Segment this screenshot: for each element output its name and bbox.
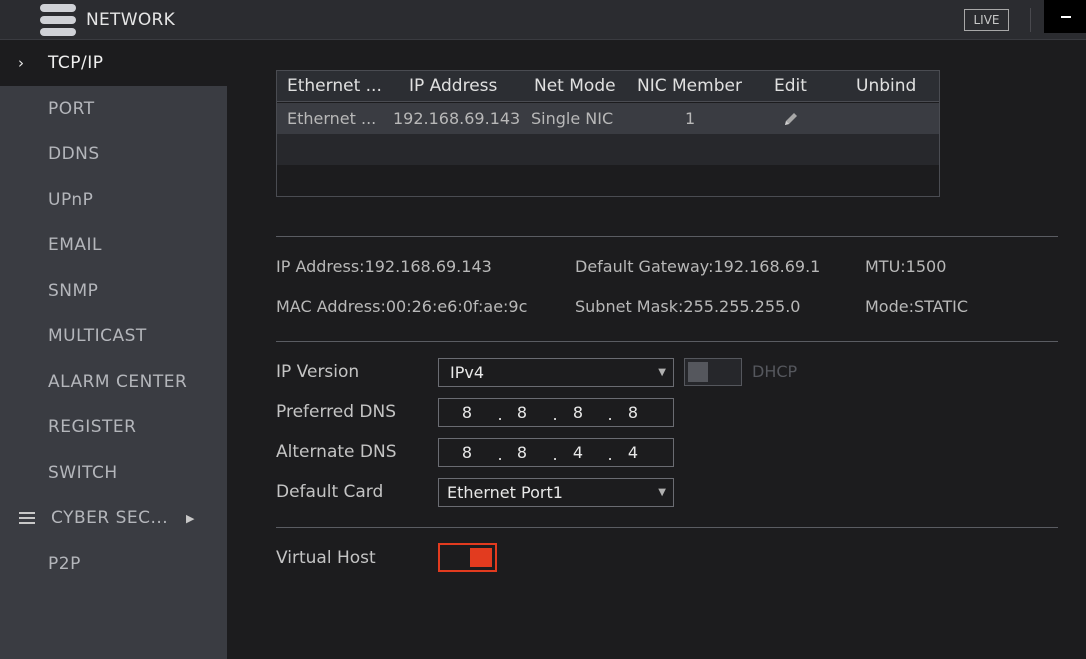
dhcp-label: DHCP (752, 362, 798, 381)
cell-ip-address: 192.168.69.143 (393, 109, 521, 128)
sidebar-item-label: ALARM CENTER (48, 372, 188, 392)
dns-octet[interactable]: 8 (457, 439, 477, 466)
column-header-edit: Edit (774, 76, 807, 96)
ip-version-label: IP Version (276, 362, 360, 382)
toggle-knob (470, 548, 492, 567)
divider (276, 341, 1058, 342)
toggle-knob (688, 362, 708, 382)
sidebar-item-multicast[interactable]: MULTICAST (0, 314, 227, 359)
dns-octet[interactable]: 8 (512, 399, 532, 426)
dns-octet[interactable]: 8 (568, 399, 588, 426)
dns-octet[interactable]: 8 (623, 399, 643, 426)
sidebar-item-port[interactable]: PORT (0, 87, 227, 132)
live-button[interactable]: LIVE (964, 9, 1009, 31)
sidebar-item-snmp[interactable]: SNMP (0, 269, 227, 314)
sidebar-item-p2p[interactable]: P2P (0, 542, 227, 587)
minimize-icon (1061, 16, 1071, 18)
dot-separator: . (497, 405, 503, 424)
dropdown-arrow-icon: ▼ (658, 367, 666, 378)
dns-octet[interactable]: 4 (568, 439, 588, 466)
sidebar-item-label: P2P (48, 554, 81, 574)
sidebar-item-cyber-security[interactable]: CYBER SEC... ▶ (0, 496, 227, 541)
preferred-dns-label: Preferred DNS (276, 402, 397, 422)
cell-net-mode: Single NIC (531, 109, 614, 128)
column-header-ip-address[interactable]: IP Address (409, 71, 497, 102)
default-card-select[interactable]: Ethernet Port1 ▼ (438, 478, 674, 507)
sidebar-item-label: SWITCH (48, 463, 118, 483)
sidebar-item-email[interactable]: EMAIL (0, 223, 227, 268)
sidebar-item-tcpip[interactable]: › TCP/IP (0, 41, 227, 86)
dot-separator: . (607, 405, 613, 424)
chevron-right-icon: › (18, 54, 25, 72)
column-header-ethernet[interactable]: Ethernet ... (287, 71, 382, 102)
default-card-value: Ethernet Port1 (447, 483, 563, 502)
sidebar-item-switch[interactable]: SWITCH (0, 451, 227, 496)
divider (276, 527, 1058, 528)
sidebar-item-label: DDNS (48, 144, 100, 164)
alternate-dns-label: Alternate DNS (276, 442, 397, 462)
virtual-host-toggle[interactable] (438, 543, 497, 572)
dot-separator: . (552, 445, 558, 464)
cell-ethernet: Ethernet ... (287, 109, 377, 128)
sidebar-item-register[interactable]: REGISTER (0, 405, 227, 450)
virtual-host-label: Virtual Host (276, 548, 376, 568)
cell-nic-member: 1 (685, 109, 696, 128)
dhcp-toggle[interactable] (684, 358, 742, 386)
column-header-net-mode[interactable]: Net Mode (534, 71, 616, 102)
table-row[interactable]: Ethernet ... 192.168.69.143 Single NIC 1 (277, 103, 939, 134)
dns-octet[interactable]: 8 (457, 399, 477, 426)
preferred-dns-field[interactable]: 8 . 8 . 8 . 8 (438, 398, 674, 427)
column-header-nic-member[interactable]: NIC Member (637, 71, 742, 102)
minimize-button[interactable] (1044, 0, 1086, 33)
ip-version-select[interactable]: IPv4 ▼ (438, 358, 674, 387)
default-card-label: Default Card (276, 482, 384, 502)
info-mode: Mode:STATIC (865, 297, 969, 316)
info-ip-address: IP Address:192.168.69.143 (276, 257, 492, 276)
table-header: Ethernet ... IP Address Net Mode NIC Mem… (277, 71, 939, 102)
ip-version-value: IPv4 (450, 363, 485, 382)
table-row-empty (277, 134, 939, 165)
list-icon (19, 512, 35, 525)
dns-octet[interactable]: 8 (512, 439, 532, 466)
sidebar: › TCP/IP PORT DDNS UPnP EMAIL SNMP MULTI… (0, 41, 227, 659)
caret-right-icon: ▶ (186, 512, 195, 525)
sidebar-item-label: CYBER SEC... (51, 508, 169, 528)
info-subnet-mask: Subnet Mask:255.255.255.0 (575, 297, 801, 316)
sidebar-item-label: EMAIL (48, 235, 103, 255)
sidebar-item-label: UPnP (48, 190, 94, 210)
network-icon (40, 4, 76, 36)
sidebar-item-label: MULTICAST (48, 326, 147, 346)
table-row-empty (277, 165, 939, 196)
info-mac-address: MAC Address:00:26:e6:0f:ae:9c (276, 297, 528, 316)
alternate-dns-field[interactable]: 8 . 8 . 4 . 4 (438, 438, 674, 467)
info-mtu: MTU:1500 (865, 257, 947, 276)
pencil-icon[interactable] (782, 110, 800, 128)
dot-separator: . (607, 445, 613, 464)
sidebar-item-upnp[interactable]: UPnP (0, 178, 227, 223)
nic-table: Ethernet ... IP Address Net Mode NIC Mem… (276, 70, 940, 197)
page-title: NETWORK (86, 10, 176, 30)
column-header-unbind: Unbind (856, 76, 917, 96)
dot-separator: . (552, 405, 558, 424)
divider (276, 236, 1058, 237)
top-bar: NETWORK LIVE (0, 0, 1086, 40)
sidebar-item-label: TCP/IP (48, 53, 104, 73)
info-default-gateway: Default Gateway:192.168.69.1 (575, 257, 821, 276)
dropdown-arrow-icon: ▼ (658, 487, 666, 498)
sidebar-item-alarm-center[interactable]: ALARM CENTER (0, 360, 227, 405)
sidebar-item-ddns[interactable]: DDNS (0, 132, 227, 177)
divider (1030, 8, 1031, 32)
sidebar-item-label: PORT (48, 99, 95, 119)
dot-separator: . (497, 445, 503, 464)
sidebar-item-label: SNMP (48, 281, 99, 301)
sidebar-item-label: REGISTER (48, 417, 137, 437)
dns-octet[interactable]: 4 (623, 439, 643, 466)
